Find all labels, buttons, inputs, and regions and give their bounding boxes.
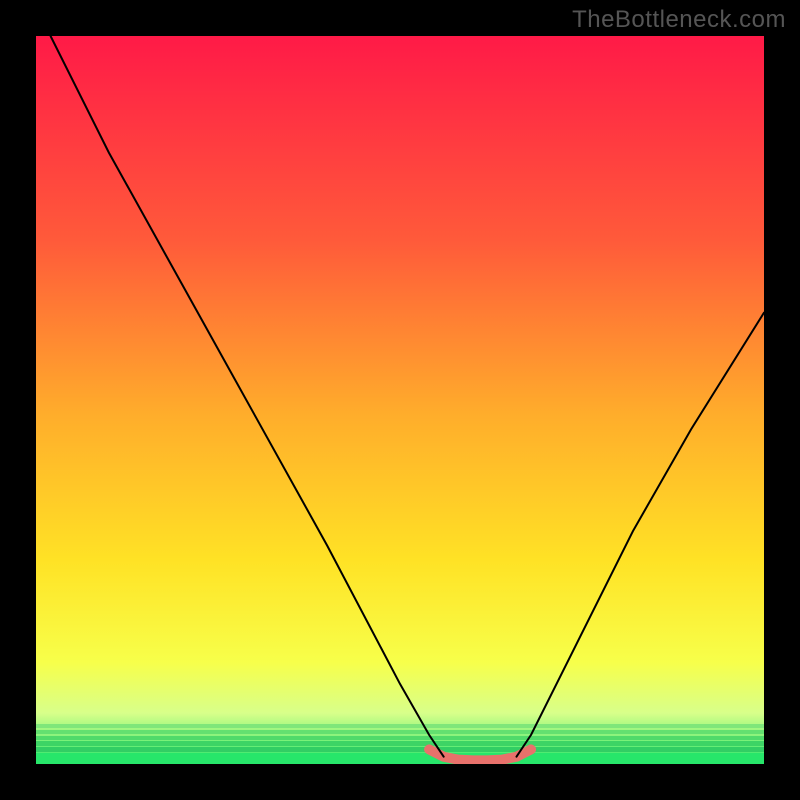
- watermark-text: TheBottleneck.com: [572, 6, 786, 34]
- curve-left: [51, 36, 444, 757]
- plot-area: [36, 36, 764, 764]
- chart-stage: TheBottleneck.com: [0, 0, 800, 800]
- curve-svg: [36, 36, 764, 764]
- curve-right: [516, 313, 764, 757]
- trough-marker: [429, 749, 531, 760]
